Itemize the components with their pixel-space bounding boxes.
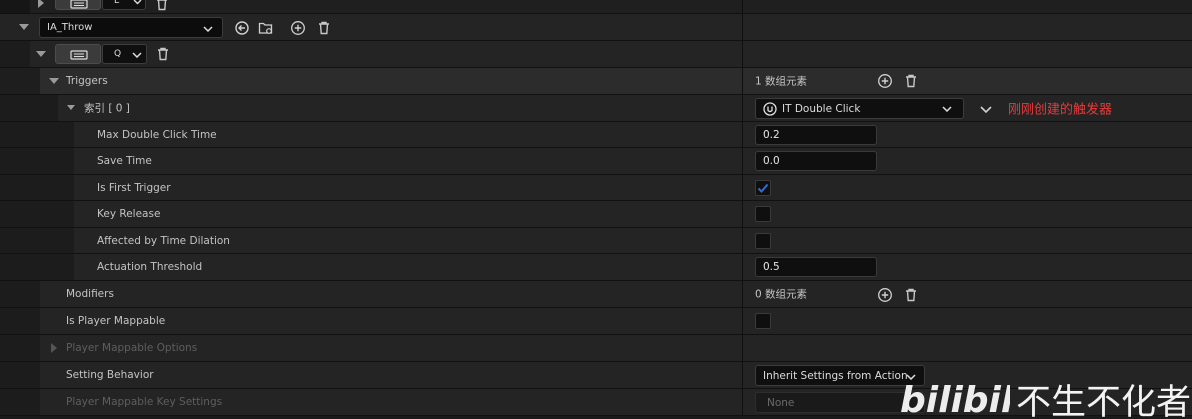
modifiers-label: Modifiers: [66, 288, 114, 300]
player-mappable-key-settings-label: Player Mappable Key Settings: [66, 396, 223, 408]
property-checkbox[interactable]: [755, 180, 771, 196]
watermark: bilibili 不生不化者: [898, 372, 1192, 419]
setting-behavior-label: Setting Behavior: [66, 369, 154, 381]
player-mappable-options-label: Player Mappable Options: [66, 342, 198, 354]
collapse-caret[interactable]: [49, 78, 59, 84]
modifiers-row: Modifiers 0 数组元素: [0, 281, 1192, 308]
property-value-input[interactable]: 0.2: [755, 125, 877, 145]
trash-icon[interactable]: [155, 46, 171, 62]
add-element-icon[interactable]: [877, 73, 893, 89]
key-selector[interactable]: Q: [102, 44, 147, 64]
key-selector-previous[interactable]: E: [102, 0, 146, 10]
property-label: Max Double Click Time: [97, 128, 217, 141]
trigger-index-label: 索引 [ 0 ]: [84, 102, 130, 115]
key-value: Q: [114, 49, 122, 59]
property-row: Max Double Click Time 0.2: [0, 122, 1192, 148]
modifiers-count: 0 数组元素: [755, 288, 808, 301]
property-value-input[interactable]: 0.5: [755, 257, 877, 277]
property-checkbox[interactable]: [755, 206, 771, 222]
player-mappable-options-row: Player Mappable Options: [0, 335, 1192, 362]
trash-icon[interactable]: [903, 287, 919, 303]
property-label: Key Release: [97, 208, 161, 220]
trigger-class-value: IT Double Click: [782, 103, 861, 115]
is-player-mappable-row: Is Player Mappable: [0, 308, 1192, 335]
property-checkbox[interactable]: [755, 233, 771, 249]
chevron-down-icon: [203, 26, 213, 32]
chevron-down-icon: [133, 0, 142, 5]
use-selected-icon[interactable]: [234, 20, 250, 36]
input-action-row: IA_Throw: [0, 14, 1192, 41]
svg-text:bilibili: bilibili: [900, 380, 1010, 418]
trigger-index-row: 索引 [ 0 ] IT Double Click 刚刚创建的触发器: [0, 95, 1192, 122]
keyboard-key-button[interactable]: [55, 44, 101, 64]
setting-behavior-value: Inherit Settings from Action: [763, 370, 908, 382]
collapse-caret[interactable]: [19, 24, 29, 30]
chevron-down-icon[interactable]: [978, 101, 994, 117]
triggers-label: Triggers: [66, 75, 108, 87]
is-player-mappable-label: Is Player Mappable: [66, 315, 166, 327]
collapse-caret[interactable]: [67, 105, 75, 110]
property-row: Key Release: [0, 201, 1192, 228]
triggers-count: 1 数组元素: [755, 75, 808, 88]
chevron-down-icon: [942, 106, 952, 112]
browse-folder-icon[interactable]: [258, 20, 274, 36]
collapse-caret[interactable]: [36, 51, 46, 57]
input-action-selector[interactable]: IA_Throw: [39, 17, 223, 38]
unreal-logo-icon: [763, 102, 777, 116]
property-row: Actuation Threshold 0.5: [0, 254, 1192, 281]
key-mapping-row: Q: [0, 41, 1192, 68]
property-row: Affected by Time Dilation: [0, 228, 1192, 254]
property-row: Save Time 0.0: [0, 148, 1192, 175]
is-player-mappable-checkbox[interactable]: [755, 313, 771, 329]
input-action-value: IA_Throw: [47, 22, 93, 33]
checkmark-icon: [757, 183, 769, 193]
triggers-row: Triggers 1 数组元素: [0, 68, 1192, 95]
player-mappable-key-settings-value: None: [767, 397, 795, 409]
trash-icon[interactable]: [903, 73, 919, 89]
property-value-input[interactable]: 0.0: [755, 151, 877, 171]
add-element-icon[interactable]: [877, 287, 893, 303]
keyboard-icon: [70, 0, 88, 9]
property-label: Affected by Time Dilation: [97, 234, 230, 247]
trigger-class-selector[interactable]: IT Double Click: [755, 98, 964, 119]
trash-icon[interactable]: [154, 0, 170, 12]
bilibili-logo: bilibili: [900, 380, 1010, 418]
key-value: E: [114, 0, 120, 6]
property-label: Actuation Threshold: [97, 261, 203, 273]
add-icon[interactable]: [290, 20, 306, 36]
keyboard-key-button[interactable]: [55, 0, 101, 10]
expand-caret[interactable]: [51, 343, 57, 353]
expand-caret[interactable]: [38, 0, 44, 8]
keyboard-icon: [70, 50, 88, 60]
annotation-text: 刚刚创建的触发器: [1008, 102, 1113, 118]
chevron-down-icon: [132, 52, 142, 58]
property-label: Save Time: [97, 155, 152, 167]
watermark-text: 不生不化者: [1016, 383, 1192, 419]
trash-icon[interactable]: [316, 20, 332, 36]
property-row: Is First Trigger: [0, 175, 1192, 201]
property-label: Is First Trigger: [97, 181, 171, 194]
key-row-previous: E: [0, 0, 1192, 14]
